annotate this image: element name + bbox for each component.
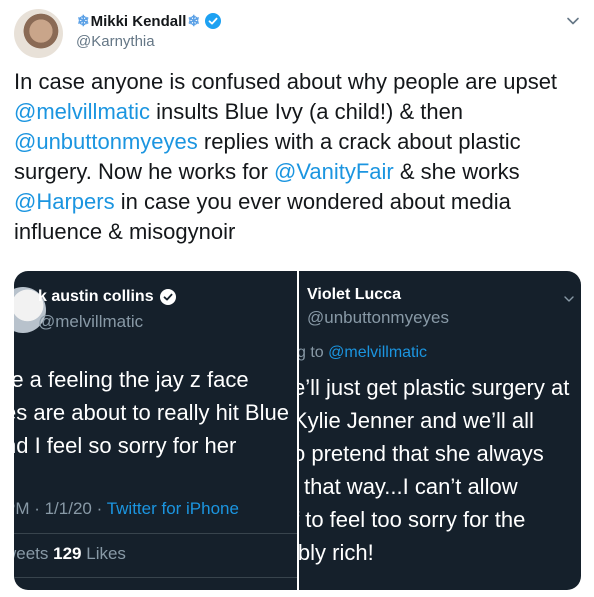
replying-to: g to @melvillmatic — [299, 344, 427, 362]
snowflake-icon: ❄ — [77, 13, 90, 30]
snowflake-icon: ❄ — [187, 13, 201, 30]
screenshot-right[interactable]: Violet Lucca @unbuttonmyeyes g to @melvi… — [299, 271, 581, 590]
replying-to-mention: @melvillmatic — [328, 344, 428, 361]
quoted-body: e’ll just get plastic surgery at Kylie J… — [299, 371, 569, 569]
verified-badge-icon — [205, 13, 222, 29]
quoted-body-line: ibly rich! — [299, 540, 374, 565]
media-attachment[interactable]: k austin collins @melvillmatic re a feel… — [14, 271, 581, 590]
tweet-text-segment: In case anyone is confused about why peo… — [14, 69, 558, 94]
mention-link[interactable]: @VanityFair — [274, 159, 394, 184]
tweet-header: ❄ Mikki Kendall ❄ @Karnythia — [76, 12, 222, 50]
author-name-row[interactable]: ❄ Mikki Kendall ❄ — [76, 12, 222, 30]
replying-to-prefix: g to — [299, 344, 329, 361]
tweet-text-segment: & she works — [393, 159, 520, 184]
mention-link[interactable]: @unbuttonmyeyes — [14, 129, 198, 154]
quoted-meta: PM · 1/1/20 · Twitter for iPhone — [14, 499, 239, 519]
likes-count: 129 — [53, 544, 82, 563]
quoted-body-line: e’ll just get plastic surgery at — [299, 375, 570, 400]
quoted-body-line: Kylie Jenner and we’ll all — [299, 408, 534, 433]
quoted-body-line: es are about to really hit Blue — [14, 400, 289, 425]
retweets-label: weets — [14, 544, 49, 563]
quoted-timestamp: PM · 1/1/20 · — [14, 499, 107, 518]
divider — [14, 533, 297, 534]
tweet-text-segment: insults Blue Ivy (a child!) & then — [150, 99, 464, 124]
quoted-stats: weets 129 Likes — [14, 544, 126, 564]
quoted-body-line: re a feeling the jay z face — [14, 367, 249, 392]
quoted-body: re a feeling the jay z face es are about… — [14, 363, 289, 462]
mention-link[interactable]: @Harpers — [14, 189, 115, 214]
quoted-author-handle: @unbuttonmyeyes — [307, 308, 450, 327]
author-name[interactable]: Mikki Kendall — [91, 13, 187, 30]
likes-label: Likes — [81, 544, 126, 563]
author-avatar[interactable] — [14, 9, 63, 58]
quoted-author-name: Violet Lucca — [307, 286, 401, 303]
quoted-source: Twitter for iPhone — [106, 499, 239, 518]
divider — [14, 577, 297, 578]
quoted-body-line: nd I feel so sorry for her — [14, 433, 237, 458]
screenshot-left[interactable]: k austin collins @melvillmatic re a feel… — [14, 271, 297, 590]
quoted-body-line: f to feel too sorry for the — [299, 507, 526, 532]
quoted-body-line: o pretend that she always — [299, 441, 544, 466]
quoted-author-name: k austin collins — [38, 288, 176, 306]
chevron-down-icon — [564, 296, 574, 302]
mention-link[interactable]: @melvillmatic — [14, 99, 150, 124]
verified-badge-icon — [159, 289, 176, 305]
quoted-author-handle: @melvillmatic — [38, 312, 144, 331]
quoted-author-name-text: k austin collins — [38, 288, 154, 305]
tweet-text: In case anyone is confused about why peo… — [14, 67, 580, 247]
quoted-body-line: l that way...I can’t allow — [299, 474, 518, 499]
author-handle[interactable]: @Karnythia — [76, 33, 221, 50]
chevron-down-icon[interactable] — [566, 14, 580, 28]
